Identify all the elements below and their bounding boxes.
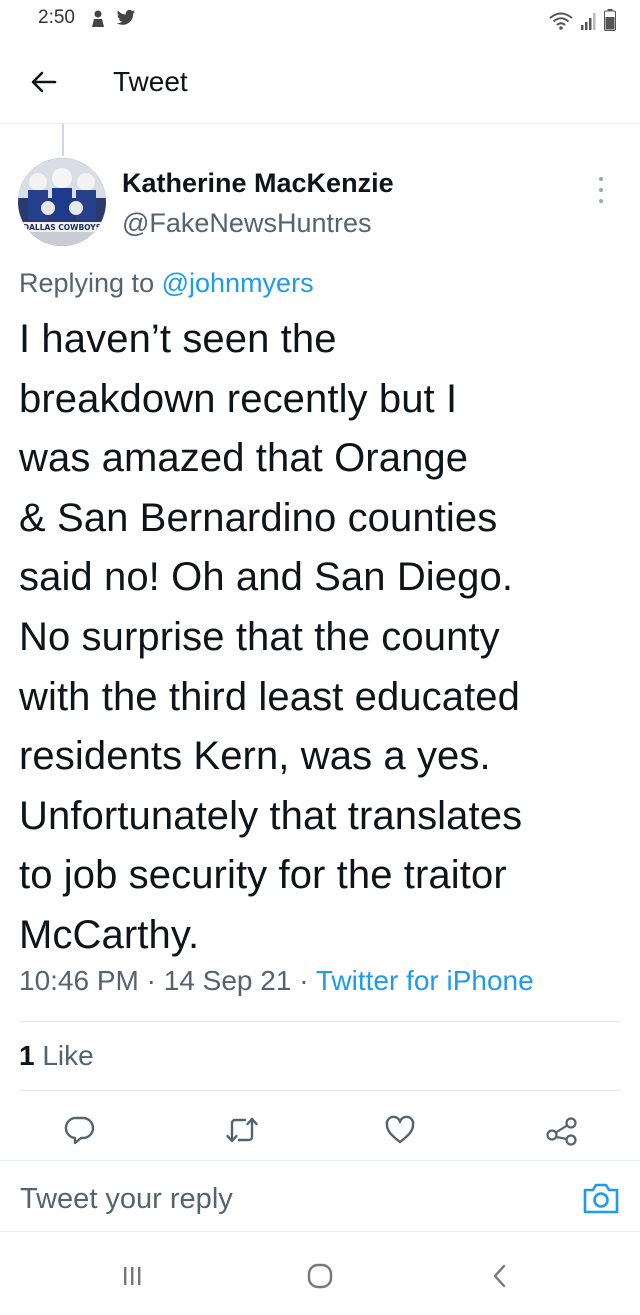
top-app-bar: Tweet — [0, 40, 640, 124]
likes-count[interactable]: 1 Like — [19, 1040, 94, 1072]
tweet-text-line: No surprise that the county — [19, 614, 500, 659]
author-name[interactable]: Katherine MacKenzie — [122, 168, 394, 199]
like-count-number: 1 — [19, 1040, 35, 1071]
back-nav-button[interactable] — [478, 1258, 522, 1294]
reply-icon — [64, 1116, 95, 1145]
share-button[interactable] — [540, 1108, 584, 1152]
tweet-text-line: McCarthy. — [19, 912, 200, 957]
tweet-date: 14 Sep 21 — [163, 965, 292, 996]
page-title: Tweet — [113, 66, 188, 97]
battery-icon — [604, 9, 616, 31]
tweet-text-line: to job security for the traitor — [19, 853, 507, 898]
signal-icon — [581, 13, 596, 30]
avatar-image: DALLAS COWBOYS — [18, 158, 106, 246]
status-system-icons — [548, 9, 616, 31]
replying-mention-link[interactable]: @johnmyers — [162, 268, 314, 298]
more-dot-icon — [599, 199, 603, 203]
tweet-text-line: I haven’t seen the — [19, 317, 337, 361]
recents-button[interactable] — [110, 1258, 154, 1294]
tweet-text-line: residents Kern, was a yes. — [19, 734, 491, 779]
tweet-actions — [0, 1108, 640, 1152]
avatar-caption: DALLAS COWBOYS — [23, 223, 101, 232]
tweet-text: I haven’t seen the breakdown recently bu… — [19, 310, 625, 966]
tweet-text-line: breakdown recently but I — [19, 376, 458, 421]
meta-separator: · — [299, 965, 309, 996]
retweet-icon — [226, 1117, 258, 1143]
wifi-icon — [549, 12, 573, 30]
tweet-text-line: with the third least educated — [19, 674, 520, 719]
meta-separator: · — [146, 965, 156, 996]
reply-button[interactable] — [58, 1108, 102, 1152]
avatar[interactable]: DALLAS COWBOYS — [18, 158, 106, 246]
tweet-text-line: was amazed that Orange — [19, 436, 469, 481]
arrow-left-icon — [31, 71, 57, 93]
tweet-meta: 10:46 PM · 14 Sep 21 · Twitter for iPhon… — [19, 965, 534, 997]
status-time: 2:50 — [38, 7, 75, 28]
tweet-time: 10:46 PM — [19, 965, 139, 996]
replying-to: Replying to @johnmyers — [19, 268, 314, 299]
more-options-button[interactable] — [594, 172, 608, 208]
more-dot-icon — [599, 188, 603, 192]
home-button[interactable] — [298, 1258, 342, 1294]
reply-composer-bar: Tweet your reply — [0, 1160, 640, 1232]
notification-person-icon — [92, 10, 104, 27]
divider — [19, 1021, 621, 1022]
author-handle[interactable]: @FakeNewsHuntres — [122, 208, 372, 239]
retweet-button[interactable] — [220, 1108, 264, 1152]
thread-connector-line — [62, 124, 64, 156]
like-button[interactable] — [378, 1108, 422, 1152]
status-notification-icons — [88, 9, 136, 29]
more-dot-icon — [599, 177, 603, 181]
reply-input[interactable]: Tweet your reply — [20, 1183, 233, 1216]
tweet-text-line: Unfortunately that translates — [19, 793, 523, 838]
share-icon — [546, 1117, 577, 1146]
home-icon — [307, 1263, 333, 1289]
system-nav-bar — [0, 1232, 640, 1315]
tweet-text-line: said no! Oh and San Diego. — [19, 555, 514, 600]
tweet-text-line: & San Bernardino counties — [19, 495, 498, 540]
divider — [19, 1090, 621, 1091]
recents-icon — [124, 1267, 141, 1285]
status-bar: 2:50 — [0, 0, 640, 40]
twitter-bird-icon — [116, 9, 136, 25]
back-button[interactable] — [26, 64, 62, 100]
tweet-source-link[interactable]: Twitter for iPhone — [316, 965, 534, 996]
camera-icon[interactable] — [582, 1181, 620, 1215]
back-icon — [493, 1264, 506, 1288]
replying-prefix: Replying to — [19, 268, 155, 298]
like-count-label: Like — [42, 1040, 94, 1071]
like-icon — [385, 1115, 415, 1144]
